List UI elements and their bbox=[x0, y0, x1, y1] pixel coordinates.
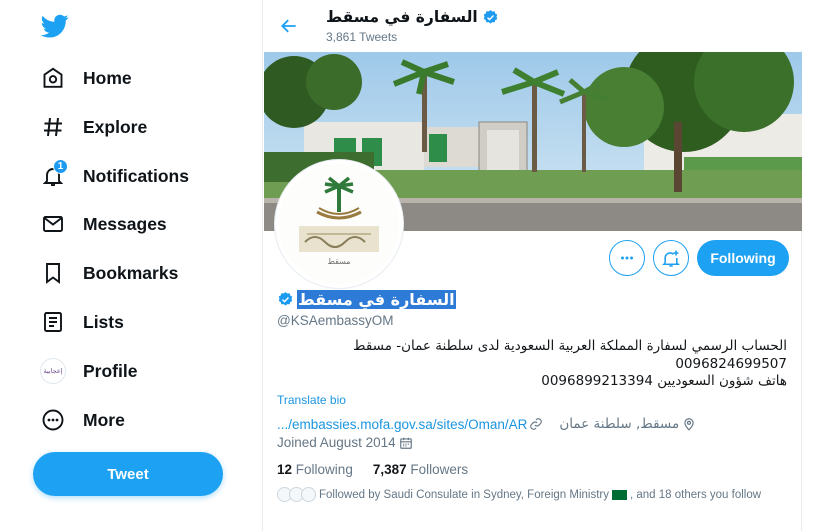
hashtag-icon bbox=[40, 114, 66, 140]
sidebar-item-more[interactable]: More bbox=[32, 398, 232, 442]
tweet-count: 3,861 Tweets bbox=[326, 30, 398, 44]
joined-date: Joined August 2014 bbox=[277, 435, 413, 450]
profile-column: السفارة في مسقط 3,861 Tweets مسقط Follow… bbox=[262, 0, 803, 531]
tweet-button[interactable]: Tweet bbox=[33, 452, 223, 496]
avatar-caption: مسقط bbox=[327, 257, 350, 266]
following-label: Following bbox=[295, 462, 353, 477]
sidebar-item-profile[interactable]: إعجابية Profile bbox=[32, 349, 232, 393]
bell-plus-icon bbox=[662, 250, 680, 267]
joined-text: Joined August 2014 bbox=[277, 435, 396, 450]
more-options-button[interactable] bbox=[609, 240, 645, 276]
followed-by-suffix: , and 18 others you follow bbox=[629, 488, 762, 501]
location-text: مسقط, سلطنة عمان bbox=[559, 416, 680, 432]
notification-badge: 1 bbox=[53, 159, 68, 174]
followers-label: Followers bbox=[410, 462, 469, 477]
mutual-avatars bbox=[277, 487, 316, 502]
display-name-text: السفارة في مسقط bbox=[297, 290, 456, 309]
location-pin-icon bbox=[684, 418, 694, 431]
profile-header: السفارة في مسقط 3,861 Tweets bbox=[263, 0, 803, 50]
sidebar-item-label: Explore bbox=[83, 116, 148, 137]
translate-bio-link[interactable]: Translate bio bbox=[277, 393, 346, 407]
header-title: السفارة في مسقط bbox=[326, 8, 499, 26]
website-link[interactable]: .../embassies.mofa.gov.sa/sites/Oman/AR bbox=[277, 417, 527, 432]
profile-meta: .../embassies.mofa.gov.sa/sites/Oman/AR … bbox=[277, 416, 787, 432]
followed-by-text: Followed by Saudi Consulate in Sydney, F… bbox=[319, 488, 609, 501]
bell-icon: 1 bbox=[40, 159, 68, 189]
more-dots-icon bbox=[621, 256, 633, 260]
following-button[interactable]: Following bbox=[697, 240, 789, 276]
notify-button[interactable] bbox=[653, 240, 689, 276]
following-link[interactable]: 12 Following bbox=[277, 462, 353, 477]
header-name: السفارة في مسقط bbox=[326, 8, 478, 26]
profile-name: السفارة في مسقط bbox=[277, 290, 456, 309]
verified-badge-icon bbox=[278, 292, 293, 306]
envelope-icon bbox=[40, 211, 66, 237]
sidebar-item-label: Lists bbox=[83, 311, 124, 332]
home-icon bbox=[40, 65, 66, 91]
bookmark-icon bbox=[40, 260, 66, 286]
sidebar-item-label: Profile bbox=[83, 360, 138, 381]
sidebar-item-label: Home bbox=[83, 67, 132, 88]
sidebar-item-label: Messages bbox=[83, 213, 167, 234]
profile-avatar: إعجابية bbox=[40, 358, 66, 384]
sidebar-item-label: Bookmarks bbox=[83, 262, 179, 283]
followed-by-row[interactable]: Followed by Saudi Consulate in Sydney, F… bbox=[277, 487, 761, 502]
list-icon bbox=[40, 309, 66, 335]
followers-count: 7,387 bbox=[372, 462, 407, 477]
following-count: 12 bbox=[277, 462, 293, 477]
sidebar-item-explore[interactable]: Explore bbox=[32, 105, 232, 149]
sidebar-item-notifications[interactable]: 1 Notifications bbox=[32, 154, 232, 198]
sidebar-item-bookmarks[interactable]: Bookmarks bbox=[32, 251, 232, 295]
twitter-logo-icon[interactable] bbox=[40, 12, 70, 40]
profile-bio: الحساب الرسمي لسفارة المملكة العربية الس… bbox=[277, 338, 787, 391]
sidebar-item-home[interactable]: Home bbox=[32, 56, 232, 100]
sidebar-item-lists[interactable]: Lists bbox=[32, 300, 232, 344]
sidebar: Home Explore 1 Notifications Messages Bo… bbox=[0, 0, 262, 531]
bio-line: 0096824699507 bbox=[675, 355, 787, 372]
follow-stats: 12 Following 7,387 Followers bbox=[277, 462, 468, 477]
back-arrow-icon[interactable] bbox=[277, 14, 301, 38]
calendar-icon bbox=[399, 437, 412, 449]
saudi-flag-icon bbox=[611, 489, 627, 500]
followers-link[interactable]: 7,387 Followers bbox=[373, 462, 468, 477]
sidebar-item-label: Notifications bbox=[83, 165, 189, 186]
profile-avatar-large[interactable]: مسقط bbox=[275, 160, 403, 288]
sidebar-item-messages[interactable]: Messages bbox=[32, 202, 232, 246]
profile-handle: @KSAembassyOM bbox=[277, 313, 394, 328]
more-circle-icon bbox=[40, 407, 66, 433]
bio-line: الحساب الرسمي لسفارة المملكة العربية الس… bbox=[353, 338, 787, 354]
link-icon bbox=[530, 418, 543, 430]
mutual-avatar bbox=[301, 487, 316, 502]
sidebar-item-label: More bbox=[83, 409, 125, 430]
bio-line: هاتف شؤون السعوديين 0096899213394 bbox=[541, 373, 787, 389]
verified-badge-icon bbox=[483, 9, 497, 24]
